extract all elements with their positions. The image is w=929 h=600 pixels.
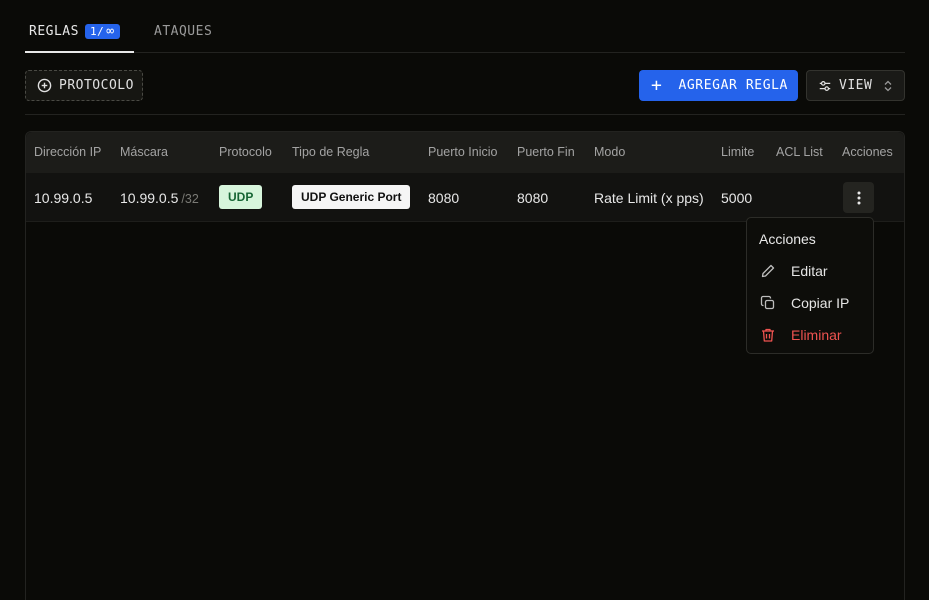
cell-mask: 10.99.0.5/32: [120, 190, 199, 206]
actions-menu-title: Acciones: [759, 231, 816, 247]
menu-item-copiar-ip[interactable]: Copiar IP: [747, 288, 873, 318]
mask-value: 10.99.0.5: [120, 190, 179, 206]
tab-ataques-label: ATAQUES: [154, 24, 213, 39]
col-header-mask: Máscara: [120, 145, 168, 159]
tab-reglas[interactable]: REGLAS 1/ ∞: [25, 24, 134, 53]
col-header-acl: ACL List: [776, 145, 823, 159]
menu-item-editar-label: Editar: [791, 263, 828, 279]
tab-bar: REGLAS 1/ ∞ ATAQUES: [25, 0, 905, 53]
protocolo-label: PROTOCOLO: [59, 78, 134, 93]
add-rule-button[interactable]: + AGREGAR REGLA: [639, 70, 798, 101]
trash-icon: [759, 327, 776, 344]
cell-port-start: 8080: [428, 190, 460, 206]
chevron-updown-icon: [883, 80, 893, 92]
cell-ip: 10.99.0.5: [34, 190, 93, 206]
col-header-protocol: Protocolo: [219, 145, 272, 159]
infinity-symbol: ∞: [106, 24, 115, 39]
col-header-actions: Acciones: [842, 145, 893, 159]
actions-menu: Acciones Editar Copiar IP Eliminar: [746, 217, 874, 354]
menu-item-eliminar[interactable]: Eliminar: [747, 320, 873, 350]
col-header-rule-type: Tipo de Regla: [292, 145, 370, 159]
col-header-mode: Modo: [594, 145, 626, 159]
rule-type-badge: UDP Generic Port: [292, 185, 411, 209]
cell-port-end: 8080: [517, 190, 549, 206]
menu-item-eliminar-label: Eliminar: [791, 327, 842, 343]
mask-suffix: /32: [181, 192, 199, 206]
view-options-button[interactable]: VIEW: [806, 70, 905, 101]
toolbar: PROTOCOLO + AGREGAR REGLA VIEW: [25, 70, 905, 115]
plus-icon: +: [651, 74, 663, 96]
table-row: 10.99.0.5 10.99.0.5/32 UDP UDP Generic P…: [26, 173, 904, 222]
more-vertical-icon: [857, 191, 861, 205]
row-actions-button[interactable]: [843, 182, 874, 213]
protocolo-filter-button[interactable]: PROTOCOLO: [25, 70, 143, 101]
plus-circle-icon: [37, 78, 52, 93]
copy-icon: [759, 295, 776, 312]
add-rule-label: AGREGAR REGLA: [678, 78, 788, 93]
tab-ataques[interactable]: ATAQUES: [154, 24, 212, 53]
badge-count: 1/: [89, 25, 105, 38]
col-header-port-end: Puerto Fin: [517, 145, 575, 159]
tab-reglas-label: REGLAS: [29, 24, 79, 39]
cell-limit: 5000: [721, 190, 753, 206]
menu-item-copiar-ip-label: Copiar IP: [791, 295, 850, 311]
col-header-port-start: Puerto Inicio: [428, 145, 498, 159]
view-label: VIEW: [839, 78, 873, 93]
table-header: Dirección IP Máscara Protocolo Tipo de R…: [26, 132, 904, 173]
rules-table: Dirección IP Máscara Protocolo Tipo de R…: [25, 131, 905, 600]
rule-count-badge: 1/ ∞: [84, 24, 120, 39]
protocol-badge: UDP: [219, 185, 263, 209]
col-header-ip: Dirección IP: [34, 145, 102, 159]
sliders-icon: [818, 79, 832, 93]
pencil-icon: [759, 263, 776, 280]
cell-mode: Rate Limit (x pps): [594, 190, 704, 206]
col-header-limit: Limite: [721, 145, 755, 159]
menu-item-editar[interactable]: Editar: [747, 256, 873, 286]
